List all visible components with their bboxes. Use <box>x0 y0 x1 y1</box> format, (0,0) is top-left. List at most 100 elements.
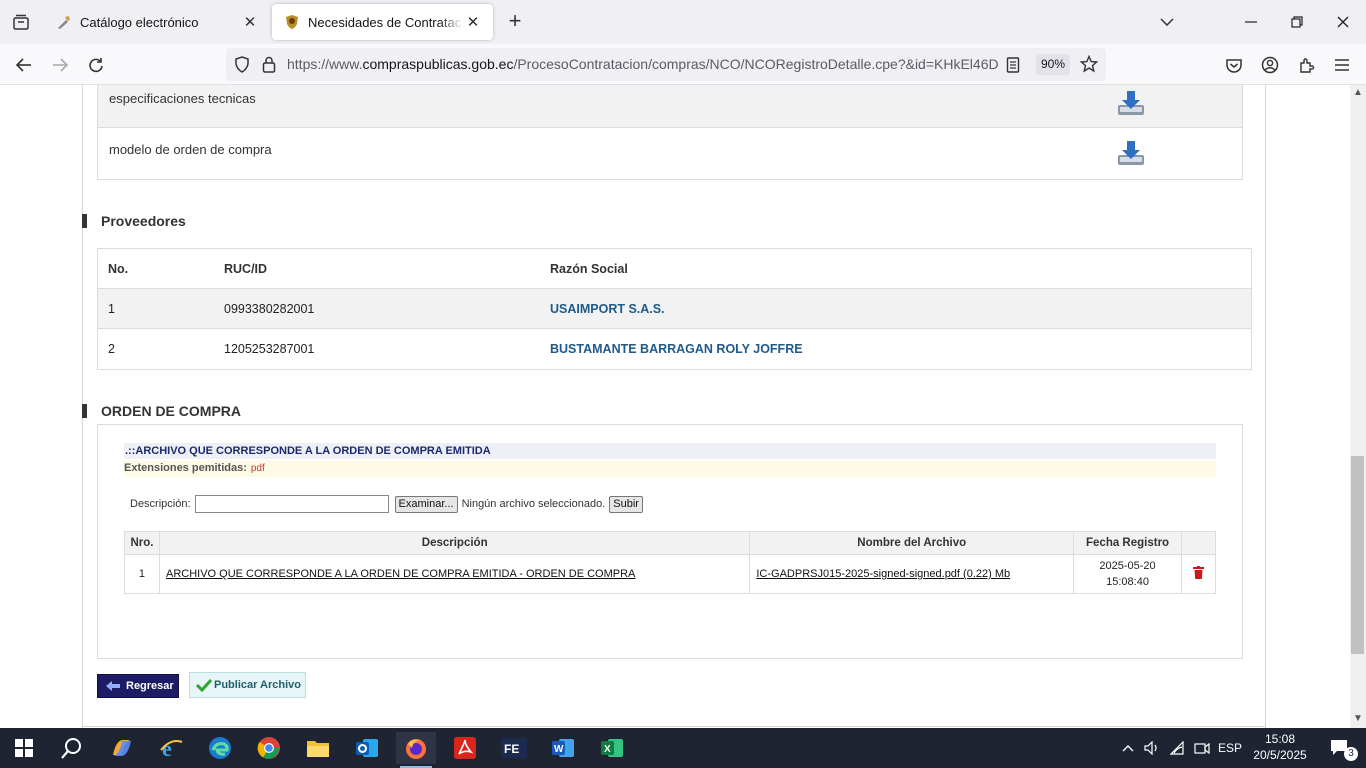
svg-text:W: W <box>554 744 564 755</box>
windows-start-icon[interactable] <box>4 732 44 764</box>
file-explorer-icon[interactable] <box>298 732 338 764</box>
arrow-left-icon <box>106 681 120 691</box>
row-number: 1 <box>124 554 160 594</box>
minimize-icon[interactable] <box>1228 0 1274 44</box>
orden-compra-panel: .::ARCHIVO QUE CORRESPONDE A LA ORDEN DE… <box>97 424 1243 659</box>
browse-button[interactable]: Examinar... <box>394 495 458 513</box>
publish-button-label: Publicar Archivo <box>214 679 302 691</box>
upload-form: Descripción: Examinar... Ningún archivo … <box>130 494 643 514</box>
close-window-icon[interactable] <box>1320 0 1366 44</box>
new-tab-icon[interactable]: + <box>503 10 527 34</box>
document-label: modelo de orden de compra <box>109 142 272 157</box>
outlook-icon[interactable] <box>347 732 387 764</box>
reload-icon[interactable] <box>83 52 109 78</box>
description-input[interactable] <box>194 495 389 513</box>
table-header-row: No. RUC/ID Razón Social <box>98 249 1251 289</box>
volume-icon[interactable] <box>1142 732 1162 764</box>
close-tab-icon[interactable]: ✕ <box>463 13 483 31</box>
table-header-row: Nro. Descripción Nombre del Archivo Fech… <box>124 531 1216 555</box>
scrollbar-thumb[interactable] <box>1351 456 1364 654</box>
tab-title: Necesidades de Contratación y <box>308 14 463 30</box>
back-button-label: Regresar <box>126 680 174 692</box>
chrome-icon[interactable] <box>249 732 289 764</box>
no-file-text: Ningún archivo seleccionado. <box>461 498 606 510</box>
shield-icon[interactable] <box>234 56 250 73</box>
tab-necesidades[interactable]: Necesidades de Contratación y ✕ <box>272 4 493 40</box>
search-icon[interactable] <box>52 732 92 764</box>
allowed-extensions: Extensiones pemitidas: pdf <box>124 460 1216 477</box>
restore-icon[interactable] <box>1274 0 1320 44</box>
table-row: 1 ARCHIVO QUE CORRESPONDE A LA ORDEN DE … <box>124 554 1216 594</box>
reader-view-icon[interactable] <box>1006 57 1020 73</box>
trash-icon[interactable] <box>1193 566 1204 579</box>
bookmark-star-icon[interactable] <box>1080 55 1098 73</box>
scroll-down-icon[interactable]: ▼ <box>1350 713 1366 727</box>
delete-cell <box>1181 554 1216 594</box>
zoom-level[interactable]: 90% <box>1036 54 1070 75</box>
ruc-value: 0993380282001 <box>224 302 315 316</box>
description-label: Descripción: <box>130 498 191 510</box>
documents-table: especificaciones tecnicas modelo de orde… <box>97 85 1243 180</box>
clock-date[interactable]: 20/5/2025 <box>1246 748 1314 762</box>
checkmark-icon <box>196 678 212 692</box>
upload-button[interactable]: Subir <box>609 495 643 513</box>
tab-list-icon[interactable] <box>0 0 42 44</box>
ruc-value: 1205253287001 <box>224 342 315 356</box>
footer-divider <box>82 726 1266 727</box>
close-tab-icon[interactable]: ✕ <box>240 13 260 31</box>
publish-button[interactable]: Publicar Archivo <box>189 672 306 698</box>
url-bar[interactable]: https://www.compraspublicas.gob.ec/Proce… <box>226 48 1106 81</box>
acrobat-icon[interactable] <box>445 732 485 764</box>
fe-app-icon[interactable]: FE <box>494 732 534 764</box>
row-number: 2 <box>108 342 115 356</box>
column-header: Descripción <box>158 531 751 555</box>
column-header: RUC/ID <box>224 262 268 276</box>
extensions-icon[interactable] <box>1293 52 1319 78</box>
lock-icon[interactable] <box>262 56 276 73</box>
tray-chevron-up-icon[interactable] <box>1118 732 1138 764</box>
time-value: 15:08:40 <box>1106 576 1149 588</box>
tab-catalogo[interactable]: Catálogo electrónico ✕ <box>44 4 270 40</box>
url-text[interactable]: https://www.compraspublicas.gob.ec/Proce… <box>287 56 999 72</box>
wifi-icon[interactable] <box>1168 732 1188 764</box>
provider-link[interactable]: BUSTAMANTE BARRAGAN ROLY JOFFRE <box>550 342 803 356</box>
pocket-icon[interactable] <box>1221 52 1247 78</box>
row-number: 1 <box>108 302 115 316</box>
account-icon[interactable] <box>1257 52 1283 78</box>
document-label: especificaciones tecnicas <box>109 91 256 106</box>
column-header <box>1181 531 1216 555</box>
edge-icon[interactable] <box>200 732 240 764</box>
forward-arrow-icon[interactable] <box>47 52 73 78</box>
excel-icon[interactable]: X <box>592 732 632 764</box>
download-icon[interactable] <box>1116 138 1146 168</box>
meet-now-icon[interactable] <box>1192 732 1212 764</box>
svg-text:FE: FE <box>504 742 519 756</box>
back-button[interactable]: Regresar <box>97 674 179 698</box>
firefox-icon[interactable] <box>396 732 436 768</box>
notification-count: 3 <box>1344 747 1358 761</box>
internet-explorer-icon[interactable]: e <box>151 732 191 764</box>
column-header: Fecha Registro <box>1073 531 1182 555</box>
back-arrow-icon[interactable] <box>11 52 37 78</box>
copilot-icon[interactable] <box>102 732 142 764</box>
file-description-link[interactable]: ARCHIVO QUE CORRESPONDE A LA ORDEN DE CO… <box>166 568 635 580</box>
proveedores-table: No. RUC/ID Razón Social 1 0993380282001 … <box>97 248 1252 370</box>
proveedores-heading: Proveedores <box>82 214 186 228</box>
scroll-up-icon[interactable]: ▲ <box>1350 87 1366 101</box>
navigation-toolbar: https://www.compraspublicas.gob.ec/Proce… <box>0 44 1366 85</box>
file-name-link[interactable]: IC-GADPRSJ015-2025-signed-signed.pdf (0.… <box>756 568 1010 580</box>
download-icon[interactable] <box>1116 88 1146 118</box>
tab-title: Catálogo electrónico <box>80 14 199 30</box>
language-indicator[interactable]: ESP <box>1216 741 1244 755</box>
tab-overflow-chevron-icon[interactable] <box>1144 0 1190 44</box>
menu-hamburger-icon[interactable] <box>1329 52 1355 78</box>
files-table: Nro. Descripción Nombre del Archivo Fech… <box>124 531 1216 594</box>
clock-time[interactable]: 15:08 <box>1246 732 1314 746</box>
provider-link[interactable]: USAIMPORT S.A.S. <box>550 302 665 316</box>
column-header: Nombre del Archivo <box>749 531 1075 555</box>
page-viewport: especificaciones tecnicas modelo de orde… <box>0 85 1350 728</box>
notification-center-icon[interactable]: 3 <box>1318 732 1362 764</box>
word-icon[interactable]: W <box>543 732 583 764</box>
column-header: Razón Social <box>550 262 628 276</box>
date-value: 2025-05-20 <box>1099 560 1156 572</box>
